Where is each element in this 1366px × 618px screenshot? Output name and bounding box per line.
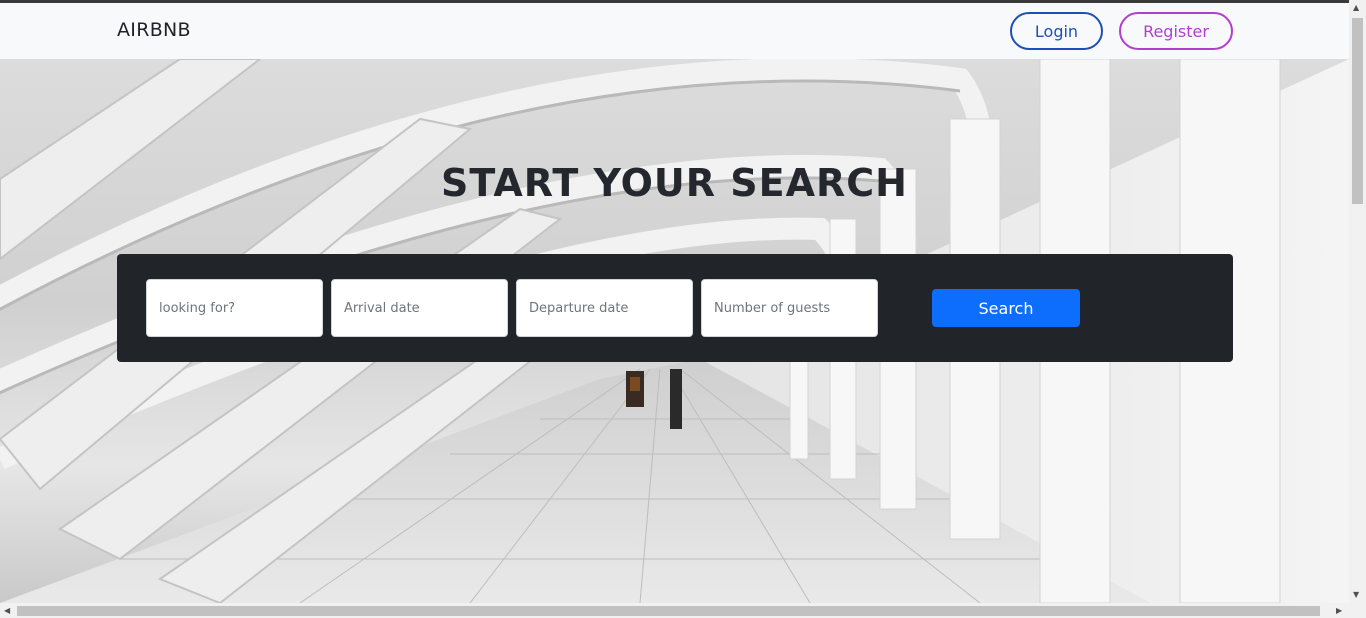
chevron-left-icon[interactable]: ◀ (4, 606, 10, 615)
search-form: Search (117, 254, 1233, 362)
login-button[interactable]: Login (1010, 12, 1103, 50)
navbar: AIRBNB Login Register (0, 3, 1349, 59)
vertical-scrollbar[interactable]: ▲ ▼ (1349, 0, 1366, 603)
chevron-up-icon[interactable]: ▲ (1353, 3, 1359, 12)
chevron-right-icon[interactable]: ▶ (1336, 606, 1342, 615)
guests-input[interactable] (701, 279, 878, 337)
departure-date-input[interactable] (516, 279, 693, 337)
register-button[interactable]: Register (1119, 12, 1233, 50)
chevron-down-icon[interactable]: ▼ (1353, 590, 1359, 599)
looking-for-input[interactable] (146, 279, 323, 337)
page-title: START YOUR SEARCH (441, 161, 908, 205)
scrollbar-corner (1349, 603, 1366, 618)
vertical-scroll-thumb[interactable] (1352, 18, 1363, 204)
hero-section: START YOUR SEARCH Search (0, 59, 1349, 603)
brand-logo[interactable]: AIRBNB (117, 19, 191, 41)
search-button[interactable]: Search (932, 289, 1080, 327)
horizontal-scroll-thumb[interactable] (17, 606, 1320, 616)
horizontal-scrollbar[interactable]: ◀ ▶ (0, 603, 1349, 618)
arrival-date-input[interactable] (331, 279, 508, 337)
